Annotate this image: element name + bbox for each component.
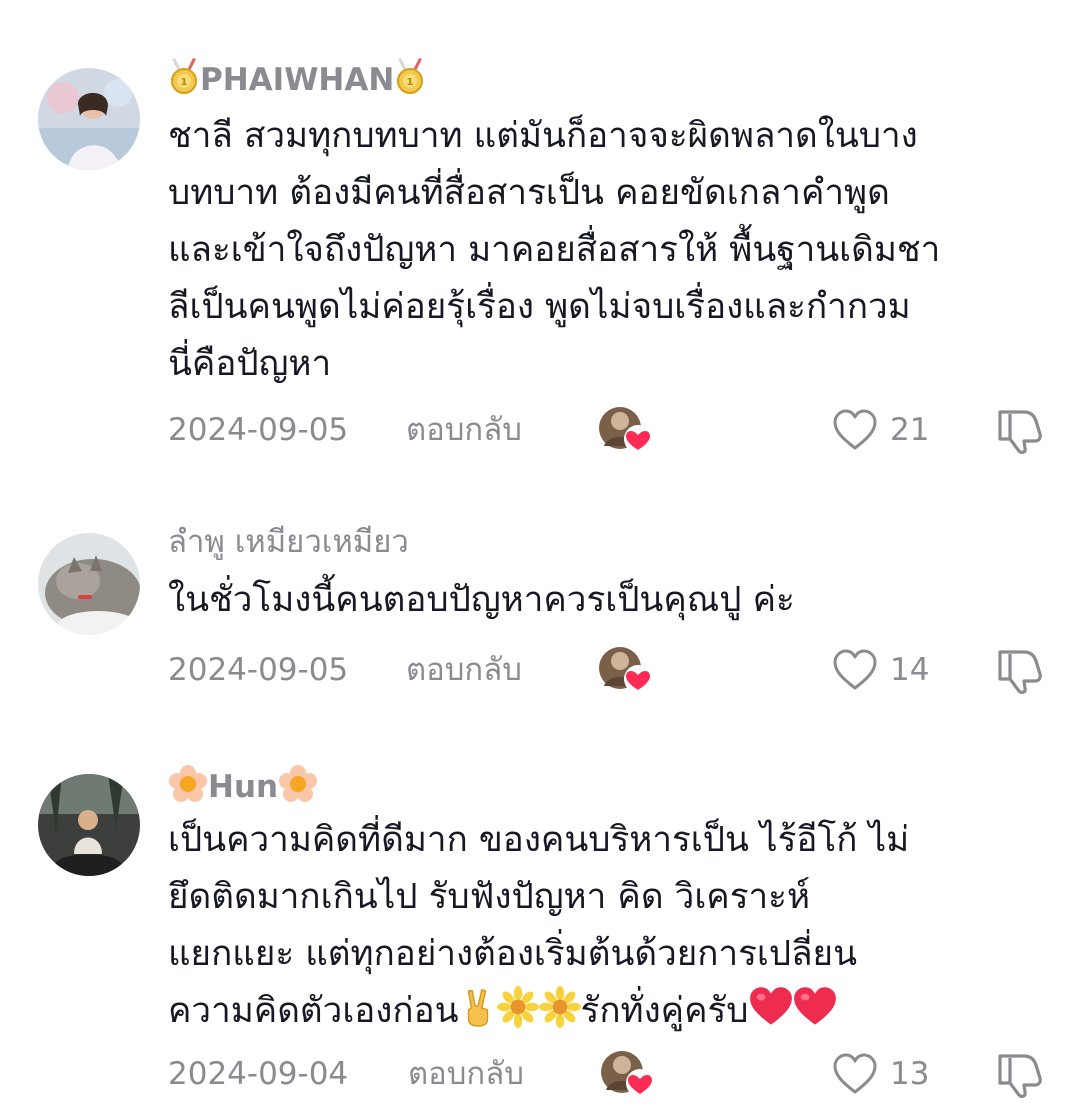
comment-date: 2024-09-05 (168, 412, 349, 448)
heart-icon (832, 648, 878, 692)
comment-text-line: บทบาท ต้องมีคนที่สื่อสารเป็น คอยขัดเกลาค… (168, 173, 890, 213)
comment-text-line: และเข้าใจถึงปัญหา มาคอยสื่อสารให้ พื้นฐา… (168, 230, 941, 270)
avatar[interactable] (38, 533, 140, 635)
dislike-icon[interactable] (994, 406, 1044, 454)
heart-icon (832, 1052, 878, 1096)
red-heart-icon (793, 986, 837, 1028)
creator-liked-icon (598, 406, 654, 454)
comment-text-line: แยกแยะ แต่ทุกอย่างต้องเริ่มต้นด้วยการเปล… (168, 934, 857, 974)
victory-hand-icon (459, 986, 497, 1028)
avatar[interactable] (38, 68, 140, 170)
comment-text-line: เป็นความคิดที่ดีมาก ของคนบริหารเป็น ไร้อ… (168, 820, 910, 860)
daisy-flower-icon (539, 986, 581, 1028)
dislike-icon[interactable] (994, 646, 1044, 694)
avatar[interactable] (38, 774, 140, 876)
like-count: 14 (890, 652, 930, 688)
comment-meta-row: 2024-09-05 ตอบกลับ 14 (0, 646, 1080, 694)
comment-meta-row: 2024-09-05 ตอบกลับ 21 (0, 406, 1080, 454)
comment-username[interactable]: Hun (168, 764, 318, 807)
comment-text-line: ยึดติดมากเกินไป รับฟังปัญหา คิด วิเคราะห… (168, 877, 811, 917)
comment-date: 2024-09-05 (168, 652, 349, 688)
like-count: 21 (890, 412, 930, 448)
reply-button[interactable]: ตอบกลับ (406, 646, 522, 694)
comment-text-segment: ความคิดตัวเองก่อน (168, 991, 459, 1031)
heart-icon (832, 408, 878, 452)
comment-username[interactable]: PHAIWHAN (168, 56, 426, 100)
comment-text-line: นี่คือปัญหา (168, 344, 332, 384)
comment-text-line-with-emoji: ความคิดตัวเองก่อน รักทั่งคู่ครับ (168, 983, 1058, 1040)
reply-button[interactable]: ตอบกลับ (408, 1050, 524, 1098)
creator-liked-icon (598, 646, 654, 694)
comment-text: เป็นความคิดที่ดีมาก ของคนบริหารเป็น ไร้อ… (168, 812, 1058, 1040)
dislike-icon[interactable] (994, 1050, 1044, 1098)
comment-text-segment: รักทั่งคู่ครับ (580, 991, 749, 1031)
comment-meta-row: 2024-09-04 ตอบกลับ 13 (0, 1050, 1080, 1098)
comment-text: ในชั่วโมงนี้คนตอบปัญหาควรเป็นคุณปู ค่ะ (168, 572, 1058, 629)
comment-text-line: ในชั่วโมงนี้คนตอบปัญหาควรเป็นคุณปู ค่ะ (168, 580, 795, 620)
creator-liked-icon (600, 1050, 656, 1098)
flower-icon (168, 764, 208, 804)
comment-text-line: ชาลี สวมทุกบทบาท แต่มันก็อาจจะผิดพลาดในบ… (168, 116, 918, 156)
like-count: 13 (890, 1056, 930, 1092)
medal-icon (394, 56, 426, 96)
flower-icon (278, 764, 318, 804)
comment-username[interactable]: ลำพู เหมียวเหมียว (168, 522, 409, 562)
reply-button[interactable]: ตอบกลับ (406, 406, 522, 454)
comment-date: 2024-09-04 (168, 1056, 349, 1092)
username-text: Hun (208, 769, 279, 805)
comment-text: ชาลี สวมทุกบทบาท แต่มันก็อาจจะผิดพลาดในบ… (168, 108, 1058, 393)
red-heart-icon (749, 986, 793, 1028)
comment-text-line: ลีเป็นคนพูดไม่ค่อยรุ้เรื่อง พูดไม่จบเรื่… (168, 287, 911, 327)
medal-icon (168, 56, 200, 96)
daisy-flower-icon (497, 986, 539, 1028)
username-text: PHAIWHAN (200, 62, 395, 98)
username-text: ลำพู เหมียวเหมียว (168, 524, 409, 560)
